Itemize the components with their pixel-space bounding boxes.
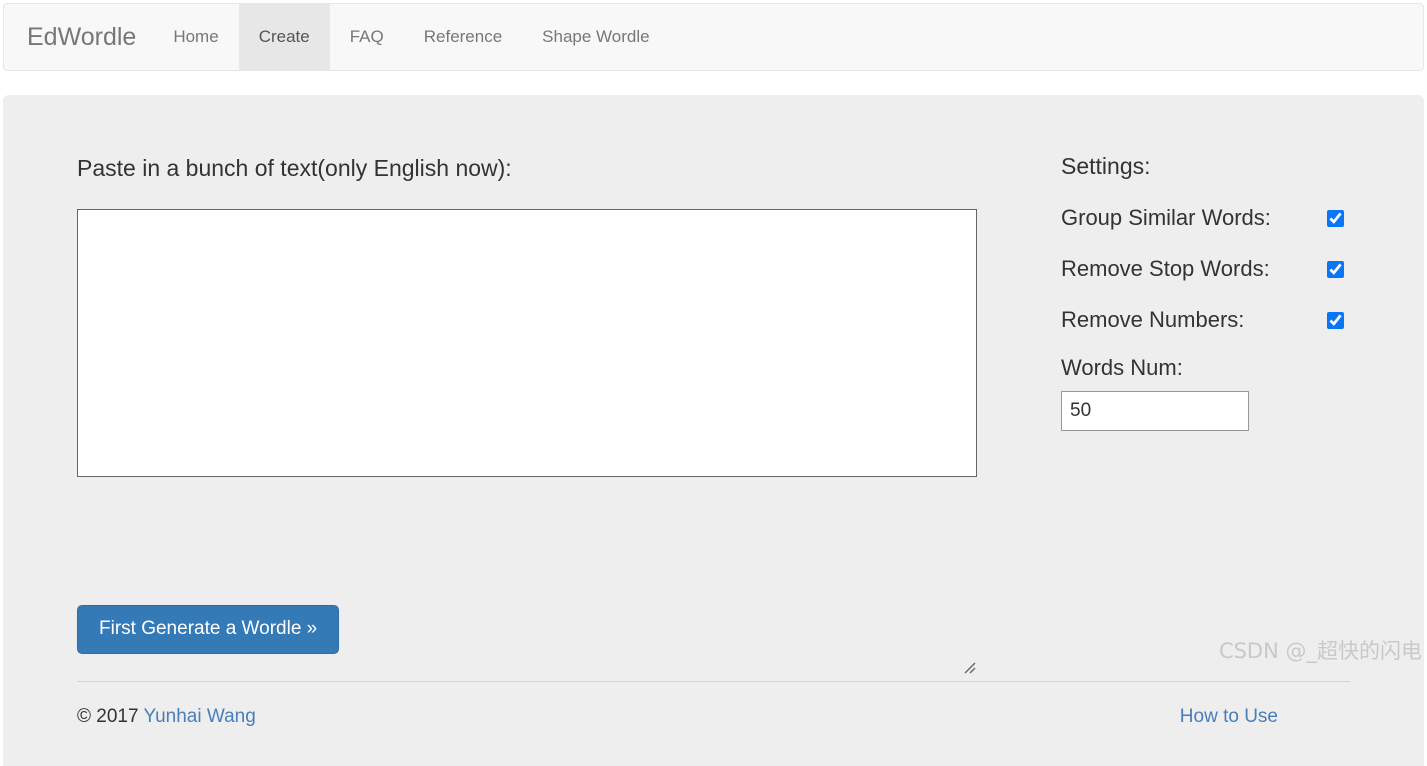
settings-title: Settings: <box>1061 153 1151 179</box>
nav-item-shape-wordle[interactable]: Shape Wordle <box>522 4 669 70</box>
navbar-inner: EdWordle Home Create FAQ Reference Shape… <box>4 4 1423 70</box>
content-panel: Paste in a bunch of text(only English no… <box>3 95 1424 766</box>
settings-panel: Settings: Group Similar Words: Remove St… <box>1061 153 1361 431</box>
setting-label-remove-numbers: Remove Numbers: <box>1061 307 1245 332</box>
nav-item-create[interactable]: Create <box>238 4 330 70</box>
csdn-watermark: CSDN @_超快的闪电 <box>1218 639 1422 663</box>
setting-label-group-similar-words: Group Similar Words: <box>1061 205 1271 230</box>
setting-label-remove-stop-words: Remove Stop Words: <box>1061 256 1270 281</box>
setting-row-remove-stop-words: Remove Stop Words: <box>1061 253 1361 285</box>
words-num-label: Words Num: <box>1061 355 1183 380</box>
checkbox-remove-stop-words[interactable] <box>1327 260 1344 278</box>
navbar-brand[interactable]: EdWordle <box>4 4 153 70</box>
footer-divider <box>77 681 1350 682</box>
words-num-input[interactable] <box>1061 391 1249 431</box>
nav-item-home[interactable]: Home <box>153 4 238 70</box>
checkbox-group-similar-words[interactable] <box>1327 209 1344 227</box>
navbar-menu: Home Create FAQ Reference Shape Wordle <box>153 4 669 70</box>
how-to-use-link[interactable]: How to Use <box>3 706 1278 728</box>
navbar: EdWordle Home Create FAQ Reference Shape… <box>3 3 1424 71</box>
checkbox-remove-numbers[interactable] <box>1327 311 1344 329</box>
page-title: Paste in a bunch of text(only English no… <box>77 155 512 181</box>
setting-row-remove-numbers: Remove Numbers: <box>1061 304 1361 336</box>
nav-item-faq[interactable]: FAQ <box>330 4 404 70</box>
nav-item-reference[interactable]: Reference <box>404 4 522 70</box>
setting-row-group-similar-words: Group Similar Words: <box>1061 202 1361 234</box>
text-input-area[interactable] <box>77 209 977 477</box>
